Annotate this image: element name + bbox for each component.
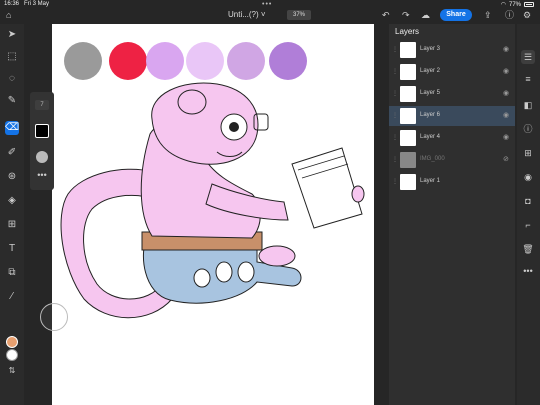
multitask-dots-icon[interactable]: ••• bbox=[262, 1, 272, 8]
brush-settings-panel: 7 ••• bbox=[30, 92, 54, 190]
document-canvas[interactable] bbox=[52, 24, 374, 405]
app-window: 16:36 Fri 3 May ••• ◠ 77% ⌂ Unti...(?) ˅… bbox=[0, 0, 540, 405]
layer-thumbnail bbox=[400, 64, 416, 80]
place-image-icon[interactable]: ⧉ bbox=[5, 266, 19, 280]
top-toolbar: ⌂ Unti...(?) ˅ 37% ↶ ↷ ☁ Share ⇪ ⓘ ⚙ bbox=[0, 8, 540, 24]
more-options-icon[interactable]: ••• bbox=[35, 170, 49, 180]
visibility-eye-icon[interactable]: ◉ bbox=[503, 67, 509, 75]
eraser-tool-icon[interactable]: ⌫ bbox=[5, 121, 19, 135]
wifi-icon: ◠ bbox=[500, 2, 506, 8]
drag-handle-icon[interactable]: ⋮ bbox=[392, 46, 398, 53]
foreground-color-swatch[interactable] bbox=[6, 336, 18, 348]
move-tool-icon[interactable]: ➤ bbox=[5, 28, 19, 42]
right-panel-rail: ☰ ≡ ◧ ⓘ ⊞ ◉ ◘ ⌐ 🗑 ••• bbox=[517, 24, 540, 405]
layer-row-hidden[interactable]: ⋮ IMG_000 ⊘ bbox=[389, 150, 515, 170]
delete-layer-icon[interactable]: 🗑 bbox=[521, 242, 535, 256]
layer-row-selected[interactable]: ⋮ Layer 6 ◉ bbox=[389, 106, 515, 126]
visibility-eye-icon[interactable]: ◉ bbox=[503, 111, 509, 119]
mask-icon[interactable]: ◘ bbox=[521, 194, 535, 208]
status-right: ◠ 77% bbox=[501, 1, 534, 8]
layer-name: IMG_000 bbox=[420, 156, 445, 162]
transform-tool-icon[interactable]: ⬚ bbox=[5, 50, 19, 64]
add-layer-icon[interactable]: ⊞ bbox=[521, 146, 535, 160]
drag-handle-icon[interactable]: ⋮ bbox=[392, 112, 398, 119]
layer-name: Layer 2 bbox=[420, 68, 441, 74]
visibility-icon[interactable]: ◉ bbox=[521, 170, 535, 184]
layer-row[interactable]: ⋮ Layer 1 bbox=[389, 172, 515, 192]
layer-row[interactable]: ⋮ Layer 4 ◉ bbox=[389, 128, 515, 148]
brush-tool-icon[interactable]: ✎ bbox=[5, 94, 19, 108]
drag-handle-icon[interactable]: ⋮ bbox=[392, 156, 398, 163]
document-title[interactable]: Unti...(?) ˅ bbox=[228, 10, 266, 19]
status-time: 16:36 bbox=[4, 1, 20, 7]
home-icon[interactable]: ⌂ bbox=[6, 10, 11, 20]
export-icon[interactable]: ⇪ bbox=[484, 10, 492, 20]
visibility-eye-icon[interactable]: ◉ bbox=[503, 133, 509, 141]
brush-size-field[interactable]: 7 bbox=[35, 100, 49, 110]
drag-handle-icon[interactable]: ⋮ bbox=[392, 68, 398, 75]
drag-handle-icon[interactable]: ⋮ bbox=[392, 90, 398, 97]
share-button[interactable]: Share bbox=[440, 9, 472, 21]
layer-row[interactable]: ⋮ Layer 5 ◉ bbox=[389, 84, 515, 104]
redo-icon[interactable]: ↷ bbox=[402, 10, 410, 20]
visibility-eye-icon[interactable]: ◉ bbox=[503, 45, 509, 53]
zoom-level[interactable]: 37% bbox=[287, 10, 311, 20]
left-tool-rail: ➤ ⬚ ◌ ✎ ⌫ ✐ ⊛ ◈ ⊞ T ⧉ ⁄ ⇅ bbox=[0, 24, 24, 405]
layer-thumbnail bbox=[400, 174, 416, 190]
clip-icon[interactable]: ⌐ bbox=[521, 218, 535, 232]
layer-row[interactable]: ⋮ Layer 3 ◉ bbox=[389, 40, 515, 60]
layers-panel: Layers ⋮ Layer 3 ◉ ⋮ Layer 2 ◉ ⋮ Layer 5… bbox=[389, 24, 515, 405]
more-icon[interactable]: ••• bbox=[521, 264, 535, 278]
background-color-swatch[interactable] bbox=[6, 349, 18, 361]
status-bar: 16:36 Fri 3 May ••• ◠ 77% bbox=[0, 0, 540, 8]
layer-thumbnail bbox=[400, 42, 416, 58]
layer-thumbnail bbox=[400, 108, 416, 124]
brush-hardness-dot[interactable] bbox=[36, 151, 48, 163]
fill-tool-icon[interactable]: ◈ bbox=[5, 194, 19, 208]
undo-icon[interactable]: ↶ bbox=[382, 10, 390, 20]
status-date: Fri 3 May bbox=[24, 1, 50, 7]
brush-color-black[interactable] bbox=[35, 124, 49, 138]
touch-shortcut-button[interactable] bbox=[40, 303, 68, 331]
layer-name: Layer 6 bbox=[420, 112, 441, 118]
layer-name: Layer 5 bbox=[420, 90, 441, 96]
lasso-tool-icon[interactable]: ◌ bbox=[5, 72, 19, 86]
layer-name: Layer 1 bbox=[420, 178, 441, 184]
settings-gear-icon[interactable]: ⚙ bbox=[523, 10, 531, 20]
layer-row[interactable]: ⋮ Layer 2 ◉ bbox=[389, 62, 515, 82]
adjustments-icon[interactable]: ≡ bbox=[521, 72, 535, 86]
layer-name: Layer 3 bbox=[420, 46, 441, 52]
layer-thumbnail bbox=[400, 152, 416, 168]
info-icon[interactable]: ⓘ bbox=[521, 122, 535, 136]
visibility-eye-icon[interactable]: ◉ bbox=[503, 89, 509, 97]
battery-percent: 77% bbox=[508, 1, 521, 8]
layers-panel-title: Layers bbox=[395, 27, 420, 36]
layer-thumbnail bbox=[400, 130, 416, 146]
clone-tool-icon[interactable]: ⊛ bbox=[5, 170, 19, 184]
layers-icon[interactable]: ☰ bbox=[521, 50, 535, 64]
swap-colors-icon[interactable]: ⇅ bbox=[5, 364, 19, 378]
hidden-eye-icon[interactable]: ⊘ bbox=[503, 155, 509, 163]
cloud-icon[interactable]: ☁ bbox=[421, 10, 430, 20]
battery-icon bbox=[524, 2, 534, 7]
crop-tool-icon[interactable]: ⊞ bbox=[5, 218, 19, 232]
layer-name: Layer 4 bbox=[420, 134, 441, 140]
drag-handle-icon[interactable]: ⋮ bbox=[392, 134, 398, 141]
layer-thumbnail bbox=[400, 86, 416, 102]
artwork-illustration bbox=[60, 82, 365, 319]
help-icon[interactable]: ⓘ bbox=[505, 10, 514, 20]
smudge-tool-icon[interactable]: ✐ bbox=[5, 146, 19, 160]
type-tool-icon[interactable]: T bbox=[5, 242, 19, 256]
eyedropper-icon[interactable]: ⁄ bbox=[5, 290, 19, 304]
properties-icon[interactable]: ◧ bbox=[521, 98, 535, 112]
drag-handle-icon[interactable]: ⋮ bbox=[392, 178, 398, 185]
